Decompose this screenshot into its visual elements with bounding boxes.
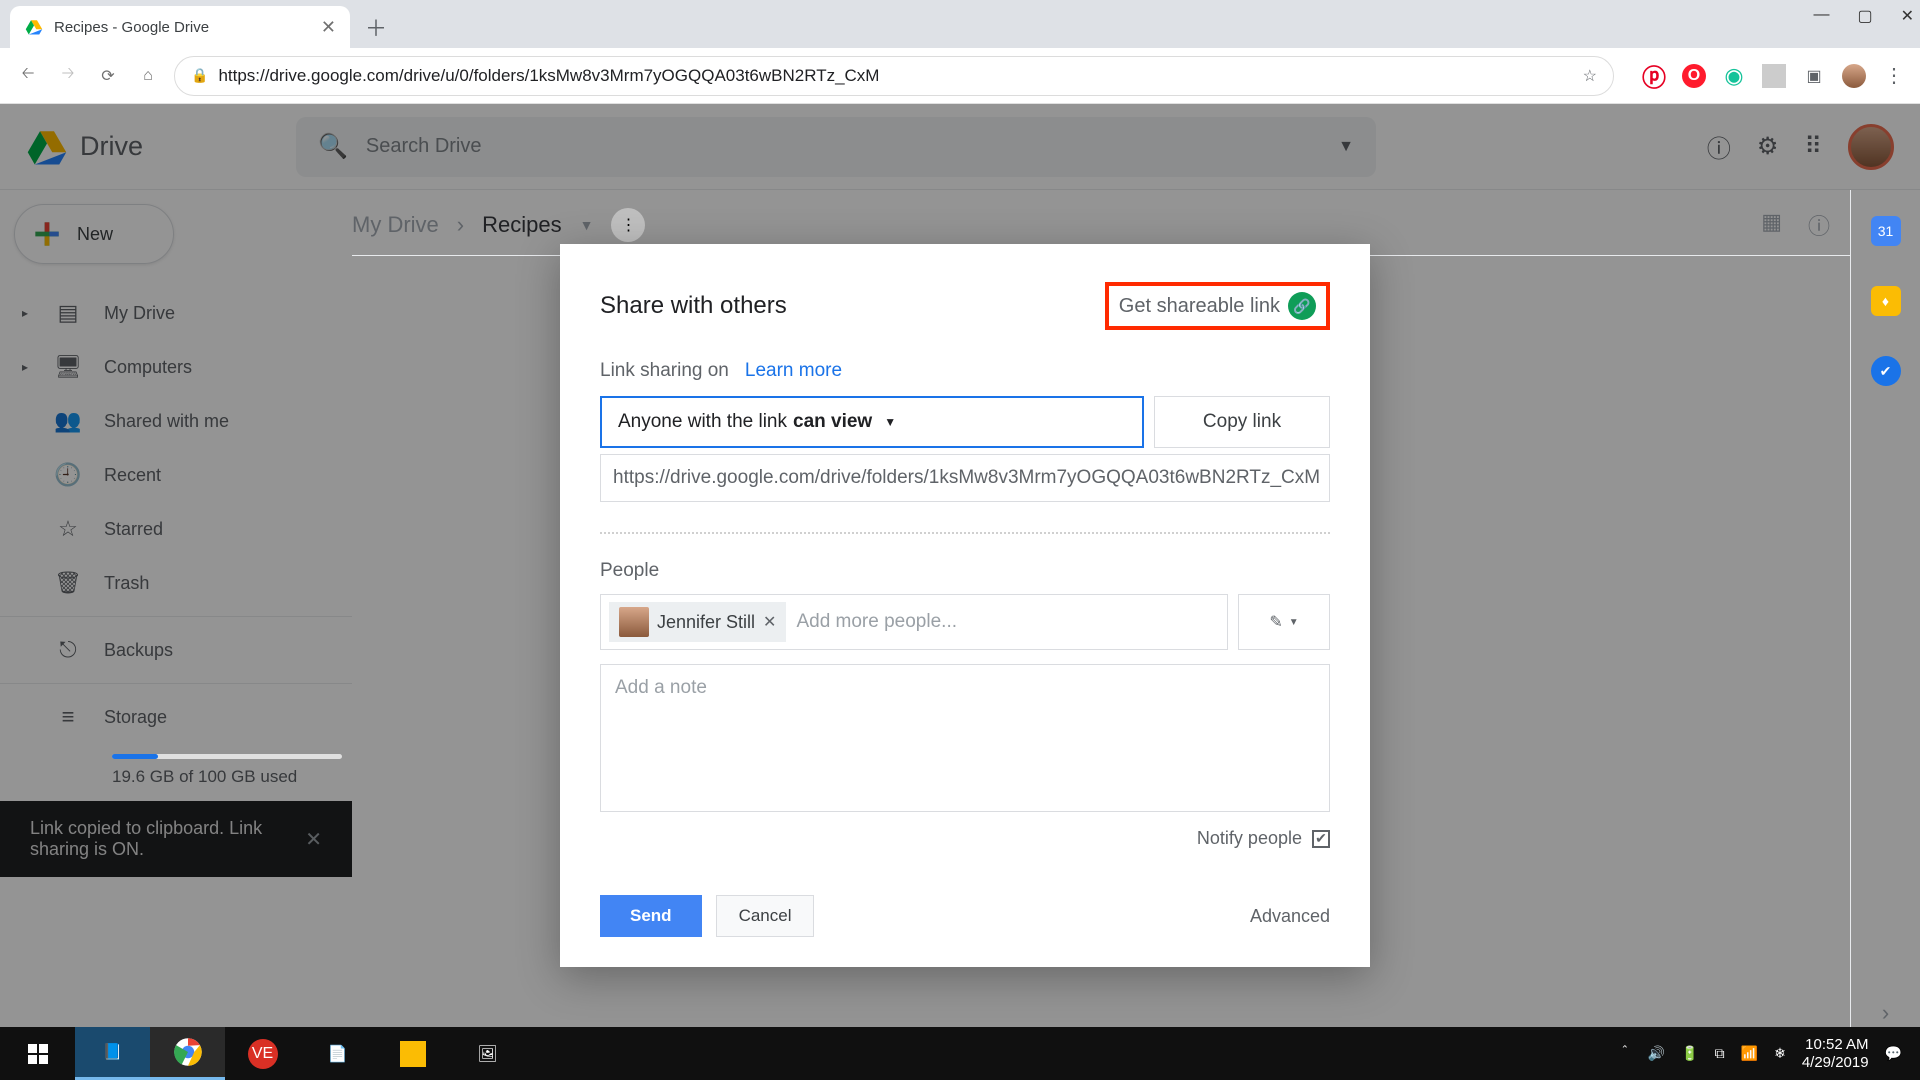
minimize-icon[interactable]: — — [1813, 6, 1829, 26]
info-icon[interactable]: ⓘ — [1808, 209, 1830, 241]
grammarly-icon[interactable]: ◉ — [1722, 64, 1746, 88]
view-controls: ▦ ⓘ — [1761, 209, 1850, 241]
send-button[interactable]: Send — [600, 895, 702, 937]
forward-icon[interactable]: 🡢 — [54, 62, 82, 90]
shared-people-icon[interactable]: ⋮ — [611, 208, 645, 242]
home-icon[interactable]: ⌂ — [134, 62, 162, 90]
address-bar[interactable]: 🔒 https://drive.google.com/drive/u/0/fol… — [174, 56, 1614, 96]
wifi-icon[interactable]: 📶 — [1741, 1045, 1758, 1062]
tab-close-icon[interactable]: ✕ — [321, 17, 336, 38]
side-panel: 31 ♦ ✔ › — [1850, 190, 1920, 1040]
browser-toolbar: 🡠 🡢 ⟳ ⌂ 🔒 https://drive.google.com/drive… — [0, 48, 1920, 104]
copy-link-button[interactable]: Copy link — [1154, 396, 1330, 448]
tabstrip: Recipes - Google Drive ✕ ＋ — ▢ ✕ — [0, 0, 1920, 48]
keep-icon[interactable]: ♦ — [1871, 286, 1901, 316]
link-sharing-status: Link sharing on — [600, 360, 729, 382]
clock-date: 4/29/2019 — [1802, 1054, 1869, 1072]
chevron-right-icon: › — [457, 212, 464, 238]
profile-avatar-icon[interactable] — [1842, 64, 1866, 88]
chevron-down-icon: ▼ — [1289, 617, 1299, 628]
drive-favicon — [24, 17, 44, 37]
chip-avatar — [619, 607, 649, 637]
get-shareable-link-button[interactable]: Get shareable link 🔗 — [1105, 282, 1330, 330]
taskbar-app[interactable]: VE — [225, 1027, 300, 1080]
people-label: People — [600, 560, 1330, 582]
chip-remove-icon[interactable]: ✕ — [763, 612, 776, 632]
notify-label: Notify people — [1197, 828, 1302, 849]
permission-dropdown[interactable]: Anyone with the link can view ▼ — [600, 396, 1144, 448]
link-icon: 🔗 — [1288, 292, 1316, 320]
expand-panel-icon[interactable]: › — [1882, 1000, 1889, 1026]
get-link-label: Get shareable link — [1119, 295, 1280, 318]
share-url-text: https://drive.google.com/drive/folders/1… — [613, 467, 1320, 489]
breadcrumb-root[interactable]: My Drive — [352, 212, 439, 238]
opera-icon[interactable]: O — [1682, 64, 1706, 88]
notify-checkbox[interactable]: ✔ — [1312, 830, 1330, 848]
chevron-down-icon: ▼ — [884, 415, 896, 429]
divider — [1762, 64, 1786, 88]
folder-dropdown-icon[interactable]: ▼ — [580, 217, 594, 233]
bookmark-star-icon[interactable]: ☆ — [1583, 66, 1597, 86]
permission-prefix: Anyone with the link — [618, 411, 787, 433]
tray-icon[interactable]: ❄ — [1774, 1045, 1786, 1062]
dropbox-icon[interactable]: ⧉ — [1715, 1045, 1725, 1062]
system-tray: ＾ 🔊 🔋 ⧉ 📶 ❄ 10:52 AM 4/29/2019 💬 — [1618, 1036, 1920, 1072]
clock[interactable]: 10:52 AM 4/29/2019 — [1802, 1036, 1869, 1072]
new-tab-button[interactable]: ＋ — [358, 9, 394, 45]
chrome-menu-icon[interactable]: ⋮ — [1882, 64, 1906, 88]
people-input[interactable]: Jennifer Still ✕ Add more people... — [600, 594, 1228, 650]
divider — [600, 532, 1330, 534]
share-dialog: Share with others Get shareable link 🔗 L… — [560, 244, 1370, 967]
grid-view-icon[interactable]: ▦ — [1761, 209, 1782, 241]
pencil-icon: ✎ — [1269, 612, 1282, 632]
dialog-title: Share with others — [600, 292, 787, 320]
tasks-icon[interactable]: ✔ — [1871, 356, 1901, 386]
tray-chevron-icon[interactable]: ＾ — [1618, 1044, 1632, 1064]
people-placeholder: Add more people... — [796, 611, 957, 633]
taskbar-app[interactable]: 📄 — [300, 1027, 375, 1080]
calendar-icon[interactable]: 31 — [1871, 216, 1901, 246]
back-icon[interactable]: 🡠 — [14, 62, 42, 90]
tab-title: Recipes - Google Drive — [54, 19, 311, 36]
reload-icon[interactable]: ⟳ — [94, 62, 122, 90]
url-text: https://drive.google.com/drive/u/0/folde… — [218, 66, 879, 86]
window-controls: — ▢ ✕ — [1813, 6, 1914, 26]
chip-name: Jennifer Still — [657, 612, 755, 633]
cast-icon[interactable]: ▣ — [1802, 64, 1826, 88]
note-textarea[interactable]: Add a note — [600, 664, 1330, 812]
advanced-link[interactable]: Advanced — [1250, 906, 1330, 927]
person-chip: Jennifer Still ✕ — [609, 602, 786, 642]
battery-icon[interactable]: 🔋 — [1681, 1045, 1698, 1062]
pinterest-icon[interactable]: ⓟ — [1642, 64, 1666, 88]
breadcrumb-current[interactable]: Recipes — [482, 212, 561, 238]
close-window-icon[interactable]: ✕ — [1901, 6, 1914, 26]
learn-more-link[interactable]: Learn more — [745, 360, 842, 382]
maximize-icon[interactable]: ▢ — [1857, 6, 1872, 26]
volume-icon[interactable]: 🔊 — [1648, 1045, 1665, 1062]
clock-time: 10:52 AM — [1802, 1036, 1869, 1054]
extension-icons: ⓟ O ◉ ▣ ⋮ — [1642, 64, 1906, 88]
browser-chrome: Recipes - Google Drive ✕ ＋ — ▢ ✕ 🡠 🡢 ⟳ ⌂… — [0, 0, 1920, 104]
notifications-icon[interactable]: 💬 — [1885, 1045, 1902, 1062]
windows-taskbar: 📘 VE 📄 🖼 ＾ 🔊 🔋 ⧉ 📶 ❄ 10:52 AM 4/29/2019 … — [0, 1027, 1920, 1080]
start-button[interactable] — [0, 1027, 75, 1080]
note-placeholder: Add a note — [615, 677, 707, 698]
permission-level: can view — [793, 411, 872, 433]
permission-edit-button[interactable]: ✎ ▼ — [1238, 594, 1330, 650]
browser-tab[interactable]: Recipes - Google Drive ✕ — [10, 6, 350, 48]
taskbar-app[interactable]: 🖼 — [450, 1027, 525, 1080]
cancel-button[interactable]: Cancel — [716, 895, 815, 937]
taskbar-app[interactable]: 📘 — [75, 1027, 150, 1080]
lock-icon: 🔒 — [191, 67, 208, 84]
share-url-input[interactable]: https://drive.google.com/drive/folders/1… — [600, 454, 1330, 502]
taskbar-chrome[interactable] — [150, 1027, 225, 1080]
taskbar-app[interactable] — [375, 1027, 450, 1080]
storage-progress — [112, 754, 342, 759]
